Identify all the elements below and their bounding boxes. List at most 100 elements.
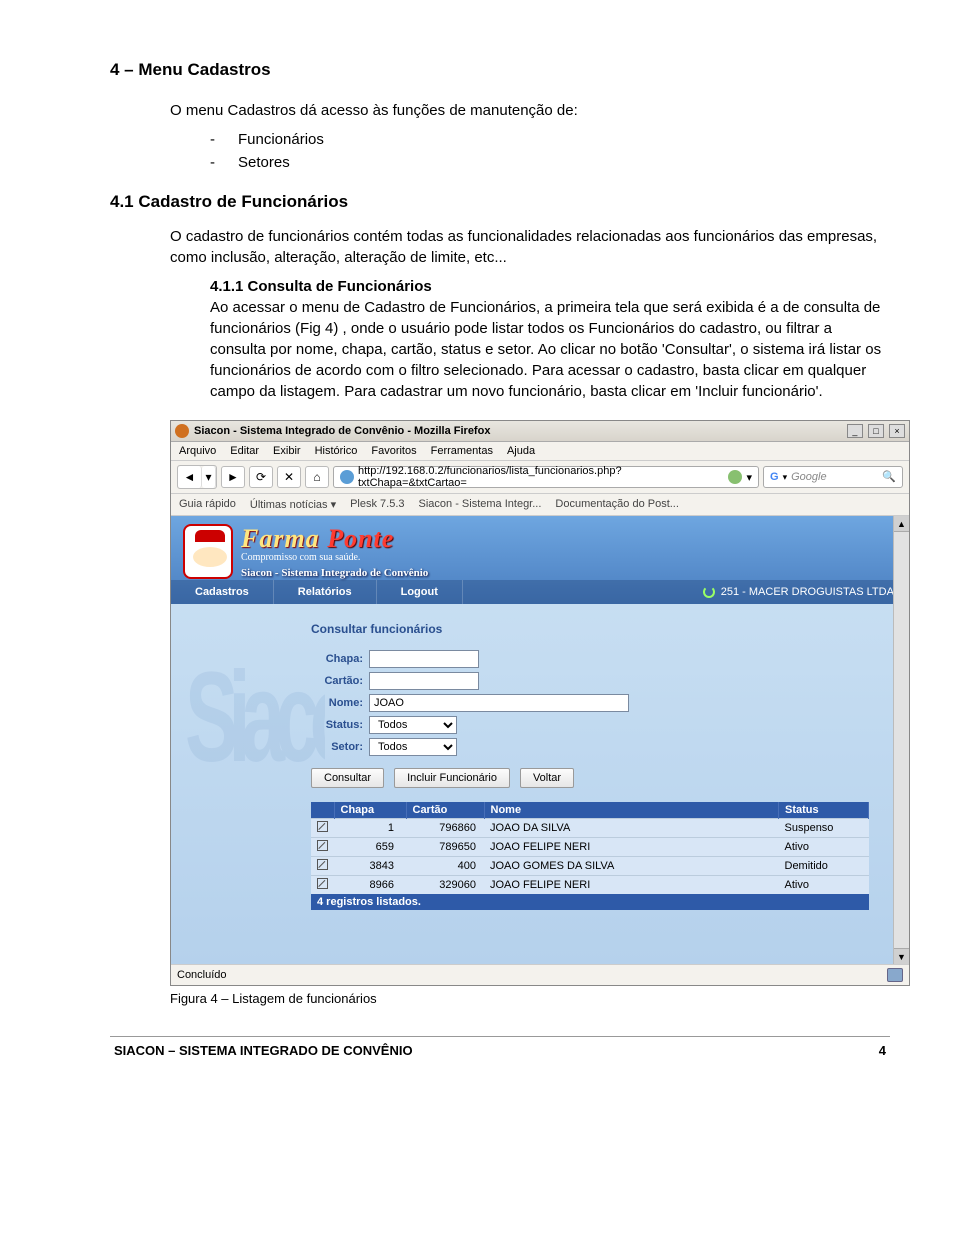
bookmark-link[interactable]: Guia rápido (179, 498, 236, 511)
status-text: Concluído (177, 969, 227, 981)
bookmark-bar: Guia rápido Últimas notícias ▾ Plesk 7.5… (171, 494, 909, 516)
sub-text: Ao acessar o menu de Cadastro de Funcion… (210, 299, 881, 400)
col-cartao[interactable]: Cartão (406, 802, 484, 819)
cell-nome[interactable]: JOAO DA SILVA (484, 819, 779, 838)
results-grid: Chapa Cartão Nome Status 1796860JOAO DA … (311, 802, 869, 910)
cell-cartao[interactable]: 796860 (406, 819, 484, 838)
google-icon: G (770, 471, 779, 483)
refresh-icon (703, 586, 715, 598)
brand-part2: Ponte (327, 524, 394, 553)
subsection-heading: 4.1 Cadastro de Funcionários (110, 192, 890, 212)
status-security-icon (887, 968, 903, 982)
bookmark-link[interactable]: Documentação do Post... (555, 498, 679, 511)
edit-icon[interactable] (317, 878, 328, 889)
page-number: 4 (879, 1043, 886, 1058)
browser-toolbar: ◄ ▾ ► ⟳ ✕ ⌂ http://192.168.0.2/funcionar… (171, 461, 909, 494)
cell-cartao[interactable]: 329060 (406, 876, 484, 895)
brand-slogan: Compromisso com sua saúde. (241, 552, 428, 563)
edit-icon[interactable] (317, 840, 328, 851)
col-nome[interactable]: Nome (484, 802, 779, 819)
mascot-icon (183, 524, 233, 579)
bullet-item: Funcionários (210, 129, 890, 152)
menu-editar[interactable]: Editar (230, 445, 259, 457)
bullet-list: Funcionários Setores (210, 129, 890, 174)
stop-button[interactable]: ✕ (277, 466, 301, 488)
search-engine-label: Google (791, 471, 878, 483)
minimize-button[interactable]: _ (847, 424, 863, 438)
menu-arquivo[interactable]: Arquivo (179, 445, 216, 457)
site-header: Farma Ponte Compromisso com sua saúde. S… (171, 516, 909, 604)
edit-icon[interactable] (317, 859, 328, 870)
col-chapa[interactable]: Chapa (334, 802, 406, 819)
input-chapa[interactable] (369, 650, 479, 668)
browser-menu-bar: Arquivo Editar Exibir Histórico Favorito… (171, 442, 909, 461)
cell-status[interactable]: Demitido (779, 857, 869, 876)
cell-status[interactable]: Ativo (779, 838, 869, 857)
menu-historico[interactable]: Histórico (315, 445, 358, 457)
incluir-funcionario-button[interactable]: Incluir Funcionário (394, 768, 510, 788)
paragraph: O cadastro de funcionários contém todas … (170, 226, 890, 268)
brand-part1: Farma (241, 524, 320, 553)
site-body: Siacon Consultar funcionários Chapa: Car… (171, 604, 909, 964)
cell-cartao[interactable]: 400 (406, 857, 484, 876)
cell-status[interactable]: Ativo (779, 876, 869, 895)
browser-status-bar: Concluído (171, 964, 909, 985)
table-row[interactable]: 8966329060JOAO FELIPE NERIAtivo (311, 876, 869, 895)
menu-exibir[interactable]: Exibir (273, 445, 301, 457)
cell-cartao[interactable]: 789650 (406, 838, 484, 857)
col-status[interactable]: Status (779, 802, 869, 819)
cell-chapa[interactable]: 3843 (334, 857, 406, 876)
select-status[interactable]: Todos (369, 716, 457, 734)
table-row[interactable]: 659789650JOAO FELIPE NERIAtivo (311, 838, 869, 857)
search-bar[interactable]: G ▾ Google 🔍 (763, 466, 903, 488)
cell-nome[interactable]: JOAO GOMES DA SILVA (484, 857, 779, 876)
back-dropdown[interactable]: ▾ (202, 466, 216, 488)
table-row[interactable]: 1796860JOAO DA SILVASuspenso (311, 819, 869, 838)
nav-logout[interactable]: Logout (377, 580, 463, 604)
footer-title: SIACON – SISTEMA INTEGRADO DE CONVÊNIO (114, 1043, 413, 1058)
consulta-paragraph: 4.1.1 Consulta de Funcionários Ao acessa… (210, 276, 890, 402)
cell-chapa[interactable]: 1 (334, 819, 406, 838)
firefox-icon (175, 424, 189, 438)
filter-form: Chapa: Cartão: Nome: Status: Todos (311, 650, 869, 756)
cell-status[interactable]: Suspenso (779, 819, 869, 838)
search-dropdown[interactable]: ▾ (783, 472, 788, 483)
intro-text: O menu Cadastros dá acesso às funções de… (170, 100, 890, 121)
nav-cadastros[interactable]: Cadastros (171, 580, 274, 604)
voltar-button[interactable]: Voltar (520, 768, 574, 788)
scroll-down-icon[interactable]: ▼ (894, 948, 909, 964)
nav-relatorios[interactable]: Relatórios (274, 580, 377, 604)
close-button[interactable]: × (889, 424, 905, 438)
search-icon[interactable]: 🔍 (882, 470, 896, 484)
vertical-scrollbar[interactable]: ▲ ▼ (893, 516, 909, 964)
bookmark-link[interactable]: Plesk 7.5.3 (350, 498, 404, 511)
select-setor[interactable]: Todos (369, 738, 457, 756)
back-button[interactable]: ◄ (178, 466, 202, 488)
go-icon[interactable] (728, 470, 742, 484)
menu-ferramentas[interactable]: Ferramentas (431, 445, 493, 457)
url-bar[interactable]: http://192.168.0.2/funcionarios/lista_fu… (333, 466, 759, 488)
forward-button[interactable]: ► (221, 466, 245, 488)
cell-nome[interactable]: JOAO FELIPE NERI (484, 838, 779, 857)
table-row[interactable]: 3843400JOAO GOMES DA SILVADemitido (311, 857, 869, 876)
menu-ajuda[interactable]: Ajuda (507, 445, 535, 457)
cell-nome[interactable]: JOAO FELIPE NERI (484, 876, 779, 895)
bookmark-link[interactable]: Siacon - Sistema Integr... (419, 498, 542, 511)
input-nome[interactable] (369, 694, 629, 712)
reload-button[interactable]: ⟳ (249, 466, 273, 488)
scroll-up-icon[interactable]: ▲ (894, 516, 909, 532)
cell-chapa[interactable]: 8966 (334, 876, 406, 895)
input-cartao[interactable] (369, 672, 479, 690)
url-dropdown[interactable]: ▾ (746, 471, 752, 484)
menu-favoritos[interactable]: Favoritos (371, 445, 416, 457)
maximize-button[interactable]: □ (868, 424, 884, 438)
footer-divider (110, 1036, 890, 1037)
window-titlebar: Siacon - Sistema Integrado de Convênio -… (171, 421, 909, 442)
edit-icon[interactable] (317, 821, 328, 832)
cell-chapa[interactable]: 659 (334, 838, 406, 857)
watermark: Siacon (185, 644, 325, 944)
grid-footer: 4 registros listados. (311, 894, 869, 910)
system-name: Siacon - Sistema Integrado de Convênio (241, 567, 428, 579)
home-button[interactable]: ⌂ (305, 466, 329, 488)
bookmark-link[interactable]: Últimas notícias ▾ (250, 498, 336, 511)
